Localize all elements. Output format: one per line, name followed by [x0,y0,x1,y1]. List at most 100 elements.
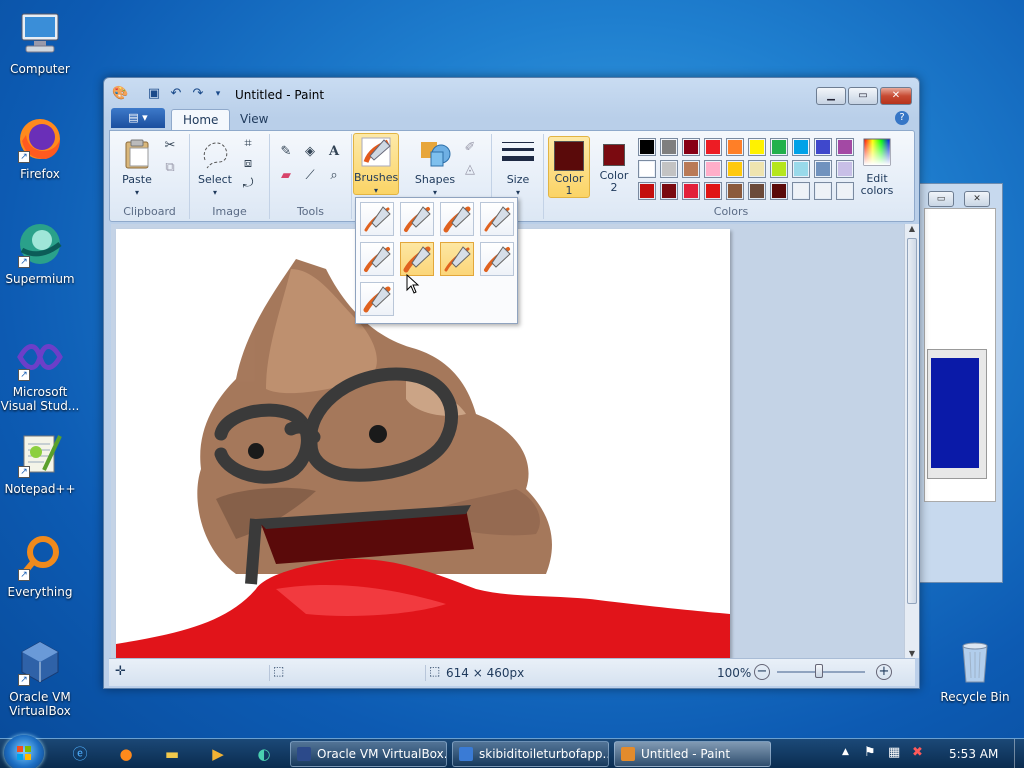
palette-swatch[interactable] [748,138,766,156]
network-icon[interactable]: ▦ [888,745,900,760]
scrollbar-thumb[interactable] [907,238,917,604]
magnifier-icon[interactable]: ⌕ [324,166,344,186]
fill-icon[interactable]: ◈ [300,142,320,162]
color2-button[interactable]: Color 2 [594,136,634,194]
palette-swatch[interactable] [704,182,722,200]
palette-swatch[interactable] [814,182,832,200]
supermium-taskbar-icon[interactable]: ◐ [246,742,282,766]
vertical-scrollbar[interactable]: ▲ ▼ [904,224,919,658]
redo-icon[interactable]: ↷ [190,86,206,102]
paint-window[interactable]: 🎨 ▣ ↶ ↷ ▾ Untitled - Paint ▁ ▭ ✕ ▤ ▾ Hom… [103,77,920,689]
size-button[interactable]: Size ▾ [496,136,540,199]
palette-swatch[interactable] [638,182,656,200]
customize-qat-icon[interactable]: ▾ [210,86,226,102]
pencil-icon[interactable]: ✎ [276,142,296,162]
brush-option[interactable] [360,242,394,276]
scroll-down-icon[interactable]: ▼ [905,649,919,658]
start-button[interactable] [4,735,44,768]
close-button[interactable]: ✕ [880,87,912,105]
paste-button[interactable]: Paste ▾ [116,136,158,199]
volume-muted-icon[interactable]: ✖ [912,745,923,760]
zoom-slider-thumb[interactable] [815,664,823,678]
color1-button[interactable]: Color 1 [548,136,590,198]
task-skibidi[interactable]: skibiditoileturbofapp... [452,741,609,767]
brush-option[interactable] [360,282,394,316]
desktop-icon-recycle-bin[interactable]: Recycle Bin [935,638,1015,704]
palette-swatch[interactable] [748,160,766,178]
desktop-icon-visual-studio[interactable]: ↗ Microsoft Visual Stud... [0,333,80,413]
palette-swatch[interactable] [726,138,744,156]
media-player-icon[interactable]: ▶ [200,742,236,766]
eraser-icon[interactable]: ▰ [276,166,296,186]
palette-swatch[interactable] [792,138,810,156]
brush-option[interactable] [440,202,474,236]
explorer-icon[interactable]: ▬ [154,742,190,766]
select-button[interactable]: Select ▾ [194,136,236,199]
brush-option[interactable] [360,202,394,236]
tab-view[interactable]: View [229,109,279,130]
palette-swatch[interactable] [726,160,744,178]
firefox-taskbar-icon[interactable]: ● [108,742,144,766]
palette-swatch[interactable] [638,160,656,178]
task-paint[interactable]: Untitled - Paint [614,741,771,767]
palette-swatch[interactable] [660,160,678,178]
copy-icon[interactable]: ⧉ [160,158,180,178]
clock[interactable]: 5:53 AM [949,747,998,761]
desktop-icon-virtualbox[interactable]: ↗ Oracle VM VirtualBox [0,638,80,718]
resize-icon[interactable]: ⧈ [238,154,258,174]
palette-swatch[interactable] [792,160,810,178]
shapes-button[interactable]: Shapes ▾ [412,136,458,199]
brush-option[interactable] [400,202,434,236]
save-icon[interactable]: ▣ [146,86,162,102]
palette-swatch[interactable] [792,182,810,200]
palette-swatch[interactable] [770,160,788,178]
palette-swatch[interactable] [638,138,656,156]
palette-swatch[interactable] [682,138,700,156]
palette-swatch[interactable] [704,160,722,178]
desktop-icon-firefox[interactable]: ↗ Firefox [0,115,80,181]
desktop-icon-supermium[interactable]: ↗ Supermium [0,220,80,286]
zoom-in-button[interactable]: + [876,664,892,680]
brushes-button[interactable]: Brushes ▾ [353,133,399,195]
brush-option[interactable] [440,242,474,276]
outline-icon[interactable]: ✐ [460,138,480,158]
help-icon[interactable]: ? [895,111,909,125]
background-window[interactable]: ▭ ✕ [917,183,1003,583]
close-button[interactable]: ✕ [964,191,990,207]
task-virtualbox[interactable]: Oracle VM VirtualBox... [290,741,447,767]
palette-swatch[interactable] [660,138,678,156]
crop-icon[interactable]: ⌗ [238,134,258,154]
restore-button[interactable]: ▭ [928,191,954,207]
brush-option[interactable] [400,242,434,276]
title-bar[interactable]: 🎨 ▣ ↶ ↷ ▾ Untitled - Paint ▁ ▭ ✕ [104,78,919,108]
rotate-icon[interactable]: ⤾ [238,174,258,194]
undo-icon[interactable]: ↶ [168,86,184,102]
show-hidden-icons-icon[interactable]: ▲ [842,747,849,757]
palette-swatch[interactable] [704,138,722,156]
palette-swatch[interactable] [660,182,678,200]
text-icon[interactable]: A [324,142,344,162]
desktop-icon-notepadpp[interactable]: ↗ Notepad++ [0,430,80,496]
minimize-button[interactable]: ▁ [816,87,846,105]
edit-colors-button[interactable]: Edit colors [850,136,904,197]
palette-swatch[interactable] [814,138,832,156]
fill-style-icon[interactable]: ◬ [460,160,480,180]
palette-swatch[interactable] [748,182,766,200]
desktop-icon-everything[interactable]: ↗ Everything [0,533,80,599]
palette-swatch[interactable] [770,138,788,156]
maximize-button[interactable]: ▭ [848,87,878,105]
paint-menu-button[interactable]: ▤ ▾ [111,108,165,128]
palette-swatch[interactable] [726,182,744,200]
show-desktop-button[interactable] [1014,739,1024,768]
cut-icon[interactable]: ✂ [160,136,180,156]
brush-option[interactable] [480,242,514,276]
color-picker-icon[interactable]: ⟋ [300,166,320,186]
palette-swatch[interactable] [814,160,832,178]
desktop-icon-computer[interactable]: Computer [0,10,80,76]
action-center-flag-icon[interactable]: ⚑ [864,745,876,760]
zoom-out-button[interactable]: − [754,664,770,680]
scroll-up-icon[interactable]: ▲ [905,224,919,233]
ie-icon[interactable]: ⓔ [62,742,98,766]
tab-home[interactable]: Home [171,109,231,130]
palette-swatch[interactable] [682,160,700,178]
